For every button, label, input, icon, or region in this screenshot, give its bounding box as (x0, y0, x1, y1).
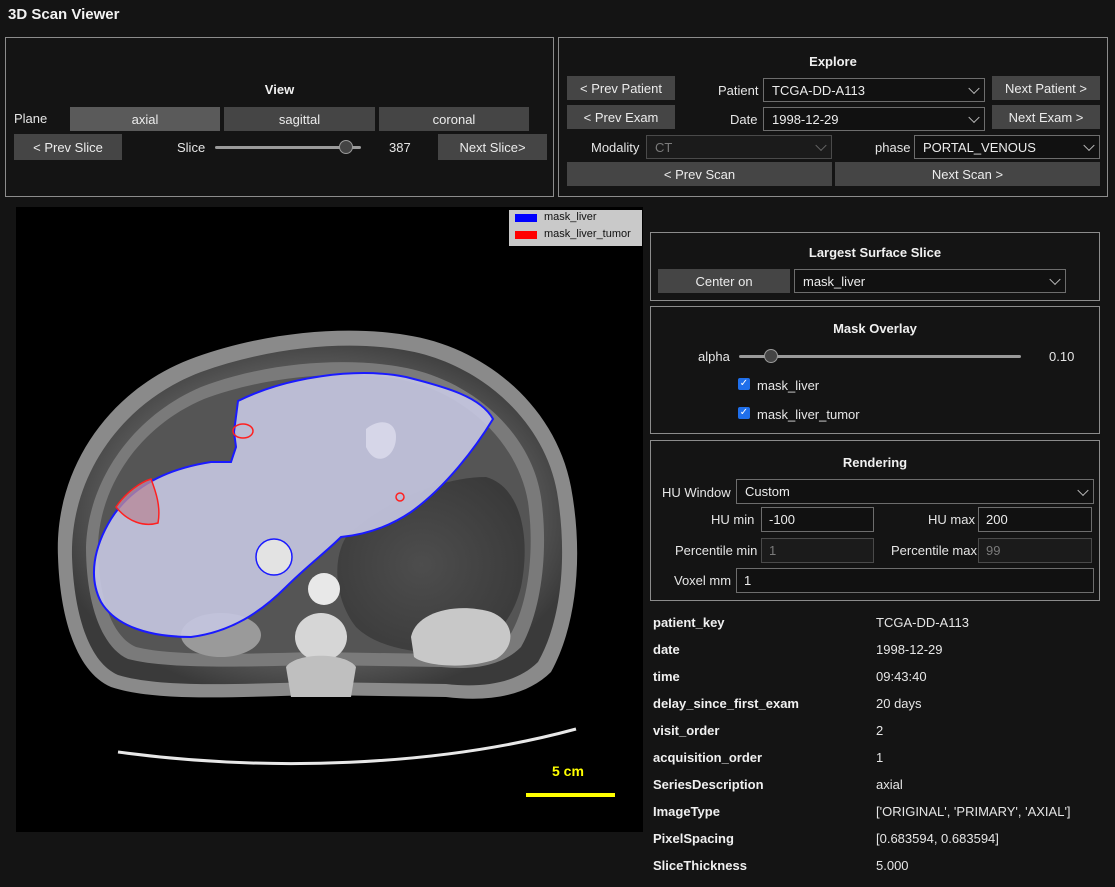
voxel-mm-input[interactable]: 1 (736, 568, 1094, 593)
metadata-key: SeriesDescription (653, 777, 764, 792)
metadata-key: date (653, 642, 680, 657)
metadata-key: PixelSpacing (653, 831, 734, 846)
rendering-title: Rendering (842, 455, 908, 470)
metadata-key: visit_order (653, 723, 720, 738)
date-label: Date (730, 112, 758, 127)
phase-select-value: PORTAL_VENOUS (923, 139, 1036, 155)
mask-tumor-label: mask_liver_tumor (757, 407, 860, 422)
alpha-slider-track[interactable] (739, 355, 1021, 358)
phase-select[interactable]: PORTAL_VENOUS (914, 135, 1100, 159)
center-mask-value: mask_liver (803, 273, 866, 289)
largest-surface-title: Largest Surface Slice (808, 245, 942, 260)
percentile-min-label: Percentile min (675, 543, 758, 558)
legend-label-liver: mask_liver (544, 211, 597, 223)
scale-label: 5 cm (552, 763, 584, 779)
hu-window-value: Custom (745, 484, 790, 499)
slice-label: Slice (177, 140, 206, 155)
percentile-min-input[interactable]: 1 (761, 538, 874, 563)
next-patient-button[interactable]: Next Patient > (992, 76, 1100, 100)
center-mask-select[interactable]: mask_liver (794, 269, 1066, 293)
chevron-down-icon (1083, 139, 1095, 152)
metadata-value: 1 (876, 750, 884, 765)
plane-label: Plane (14, 111, 48, 126)
alpha-value: 0.10 (1049, 349, 1075, 364)
view-panel-title: View (264, 82, 295, 97)
metadata-key: patient_key (653, 615, 725, 630)
largest-surface-panel: Largest Surface Slice Center on mask_liv… (650, 232, 1100, 301)
metadata-key: SliceThickness (653, 858, 747, 873)
prev-exam-button[interactable]: < Prev Exam (567, 105, 675, 129)
alpha-slider-thumb[interactable] (764, 349, 778, 363)
metadata-value: TCGA-DD-A113 (876, 615, 969, 630)
metadata-value: 20 days (876, 696, 922, 711)
patient-select[interactable]: TCGA-DD-A113 (763, 78, 985, 102)
explore-panel: Explore < Prev Patient Patient TCGA-DD-A… (558, 37, 1108, 197)
metadata-value: ['ORIGINAL', 'PRIMARY', 'AXIAL'] (876, 804, 1071, 819)
voxel-mm-label: Voxel mm (674, 573, 732, 588)
hu-window-label: HU Window (662, 485, 731, 500)
metadata-value: 1998-12-29 (876, 642, 943, 657)
percentile-max-label: Percentile max (891, 543, 977, 558)
mask-overlay-title: Mask Overlay (833, 321, 917, 336)
slice-slider-thumb[interactable] (339, 140, 353, 154)
scale-bar (526, 793, 615, 797)
metadata-value: axial (876, 777, 903, 792)
date-select[interactable]: 1998-12-29 (763, 107, 985, 131)
metadata-value: [0.683594, 0.683594] (876, 831, 999, 846)
mask-legend: mask_liver mask_liver_tumor (509, 210, 642, 246)
view-panel: View Plane axial sagittal coronal < Prev… (5, 37, 554, 197)
plane-axial-button[interactable]: axial (70, 107, 220, 131)
hu-max-label: HU max (928, 512, 975, 527)
patient-label: Patient (718, 83, 759, 98)
plane-sagittal-button[interactable]: sagittal (224, 107, 375, 131)
modality-select[interactable]: CT (646, 135, 832, 159)
hu-window-select[interactable]: Custom (736, 479, 1094, 504)
ct-image-viewport[interactable]: mask_liver mask_liver_tumor 5 cm (16, 207, 643, 832)
ct-slice-image (57, 330, 578, 766)
mask-overlay-panel: Mask Overlay alpha 0.10 ✓ mask_liver ✓ m… (650, 306, 1100, 434)
mask-liver-label: mask_liver (757, 378, 820, 393)
rendering-panel: Rendering HU Window Custom HU min -100 H… (650, 440, 1100, 601)
next-slice-button[interactable]: Next Slice> (438, 134, 547, 160)
center-on-button[interactable]: Center on (658, 269, 790, 293)
hu-min-input[interactable]: -100 (761, 507, 874, 532)
plane-coronal-button[interactable]: coronal (379, 107, 529, 131)
date-select-value: 1998-12-29 (772, 111, 839, 127)
explore-panel-title: Explore (809, 54, 857, 69)
alpha-label: alpha (698, 349, 730, 364)
phase-label: phase (875, 140, 911, 155)
chevron-down-icon (815, 139, 827, 152)
mask-tumor-checkbox[interactable]: ✓ (738, 407, 750, 419)
legend-label-tumor: mask_liver_tumor (544, 228, 631, 240)
next-exam-button[interactable]: Next Exam > (992, 105, 1100, 129)
prev-slice-button[interactable]: < Prev Slice (14, 134, 122, 160)
prev-scan-button[interactable]: < Prev Scan (567, 162, 832, 186)
app-title: 3D Scan Viewer (8, 6, 120, 23)
patient-select-value: TCGA-DD-A113 (772, 82, 865, 98)
hu-max-input[interactable]: 200 (978, 507, 1092, 532)
metadata-key: ImageType (653, 804, 720, 819)
chevron-down-icon (968, 82, 980, 95)
legend-swatch-tumor (515, 231, 537, 239)
chevron-down-icon (1077, 484, 1089, 496)
chevron-down-icon (968, 111, 980, 124)
percentile-max-input[interactable]: 99 (978, 538, 1092, 563)
chevron-down-icon (1049, 273, 1061, 286)
metadata-key: time (653, 669, 680, 684)
slice-value: 387 (389, 140, 411, 155)
modality-select-value: CT (655, 139, 673, 155)
hu-min-label: HU min (711, 512, 755, 527)
modality-label: Modality (591, 140, 640, 155)
prev-patient-button[interactable]: < Prev Patient (567, 76, 675, 100)
metadata-value: 2 (876, 723, 884, 738)
legend-swatch-liver (515, 214, 537, 222)
metadata-key: acquisition_order (653, 750, 763, 765)
metadata-key: delay_since_first_exam (653, 696, 799, 711)
metadata-value: 09:43:40 (876, 669, 927, 684)
metadata-value: 5.000 (876, 858, 909, 873)
next-scan-button[interactable]: Next Scan > (835, 162, 1100, 186)
mask-liver-checkbox[interactable]: ✓ (738, 378, 750, 390)
